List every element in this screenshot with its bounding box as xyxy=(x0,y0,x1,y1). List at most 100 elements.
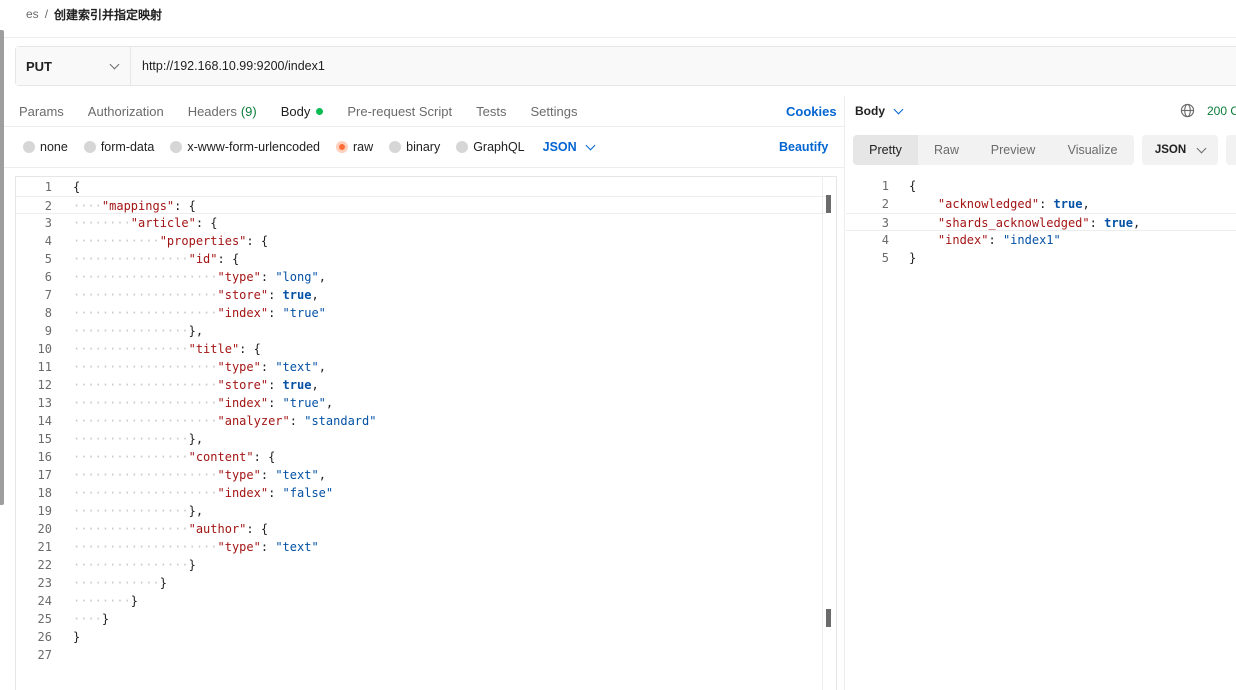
line-number: 1 xyxy=(44,180,52,194)
json-key: "index" xyxy=(217,306,269,320)
code-text: ····················"index": "true", xyxy=(73,394,333,412)
indent-guide: ···· xyxy=(73,612,102,626)
line-number: 3 xyxy=(881,216,889,230)
json-key: "store" xyxy=(217,288,269,302)
tab-body[interactable]: Body xyxy=(281,104,324,119)
radio-checked-icon xyxy=(336,141,348,153)
json-key: "mappings" xyxy=(101,199,175,213)
request-name[interactable]: 创建索引并指定映射 xyxy=(54,6,162,23)
json-punctuation: , xyxy=(325,396,334,410)
line-number: 26 xyxy=(37,630,52,644)
code-line: 27 xyxy=(16,646,826,664)
tab-headers[interactable]: Headers (9) xyxy=(188,104,257,119)
code-text: ····················"type": "long", xyxy=(73,268,326,286)
code-text: } xyxy=(73,628,80,646)
code-text: ····"mappings": { xyxy=(73,197,196,215)
request-body-editor[interactable]: 1{2 ····"mappings": {3 ········"article": … xyxy=(15,176,837,690)
line-number: 5 xyxy=(44,252,52,266)
response-language-label: JSON xyxy=(1154,144,1187,156)
indent-guide: ················ xyxy=(73,324,189,338)
radio-none[interactable]: none xyxy=(23,140,68,154)
code-line: 20 ················"author": { xyxy=(16,520,826,538)
indent-guide: ················ xyxy=(73,342,189,356)
breadcrumb-collection[interactable]: es xyxy=(26,7,39,21)
url-input[interactable]: http://192.168.10.99:9200/index1 xyxy=(131,47,1236,85)
tab-tests[interactable]: Tests xyxy=(476,104,506,119)
response-more-button[interactable] xyxy=(1226,135,1236,165)
tab-settings[interactable]: Settings xyxy=(530,104,577,119)
indent-guide: ···················· xyxy=(73,360,218,374)
method-select[interactable]: PUT xyxy=(16,47,131,85)
radio-form-data[interactable]: form-data xyxy=(83,140,154,154)
line-number: 8 xyxy=(44,306,52,320)
json-punctuation: { xyxy=(260,522,269,536)
indent-guide: ···················· xyxy=(73,414,218,428)
radio-graphql[interactable]: GraphQL xyxy=(456,140,525,154)
pane-splitter[interactable] xyxy=(844,96,845,690)
line-number: 2 xyxy=(44,199,52,213)
body-language-select[interactable]: JSON xyxy=(543,140,596,154)
json-punctuation: , xyxy=(318,468,326,482)
globe-icon[interactable] xyxy=(1180,103,1195,118)
code-text: ····················"store": true, xyxy=(73,286,319,304)
line-number: 12 xyxy=(37,378,52,392)
json-punctuation: , xyxy=(318,360,326,374)
json-key: "type" xyxy=(217,468,261,482)
code-text: ····} xyxy=(73,610,109,628)
response-body-select[interactable]: Body xyxy=(855,101,904,121)
json-string: "text" xyxy=(275,468,319,482)
json-key: "store" xyxy=(217,378,269,392)
json-punctuation xyxy=(254,234,261,248)
tab-visualize[interactable]: Visualize xyxy=(1051,135,1134,165)
code-line: 18 ····················"index": "false" xyxy=(16,484,826,502)
tab-params[interactable]: Params xyxy=(19,104,64,119)
json-punctuation: , xyxy=(1133,216,1141,230)
line-number: 13 xyxy=(37,396,52,410)
tab-pre-request-script[interactable]: Pre-request Script xyxy=(347,104,452,119)
line-number: 18 xyxy=(37,486,52,500)
indent-guide: ················ xyxy=(73,432,189,446)
cookies-link[interactable]: Cookies xyxy=(786,100,837,122)
json-punctuation xyxy=(275,378,282,392)
body-active-dot-icon xyxy=(316,107,324,115)
indent-guide: ···················· xyxy=(73,378,218,392)
response-language-select[interactable]: JSON xyxy=(1142,135,1218,165)
code-text: ····················"type": "text", xyxy=(73,466,326,484)
indent-guide: ···················· xyxy=(73,540,218,554)
json-key: "acknowledged" xyxy=(937,197,1040,211)
indent-guide: ················ xyxy=(73,558,189,572)
json-punctuation: , xyxy=(1082,197,1090,211)
json-punctuation: { xyxy=(73,180,81,194)
line-number: 27 xyxy=(37,648,52,662)
line-number: 10 xyxy=(37,342,52,356)
code-line: 15 ················}, xyxy=(16,430,826,448)
code-text: ················"content": { xyxy=(73,448,275,466)
line-number: 20 xyxy=(37,522,52,536)
json-punctuation: { xyxy=(909,179,917,193)
code-text: ····················"index": "true" xyxy=(73,304,326,322)
json-key: "index" xyxy=(217,486,269,500)
line-number: 17 xyxy=(37,468,52,482)
line-number: 6 xyxy=(44,270,52,284)
tab-preview[interactable]: Preview xyxy=(975,135,1051,165)
json-colon: : xyxy=(217,252,225,266)
response-body-viewer[interactable]: 1{2 "acknowledged": true, 3 "shards_ackno… xyxy=(846,176,1236,276)
response-code-line: 5} xyxy=(846,249,1236,267)
tab-raw[interactable]: Raw xyxy=(918,135,975,165)
tab-authorization[interactable]: Authorization xyxy=(88,104,164,119)
json-colon: : xyxy=(260,270,269,284)
code-line: 23 ············} xyxy=(16,574,826,592)
radio-urlencoded[interactable]: x-www-form-urlencoded xyxy=(170,140,320,154)
code-line: 12 ····················"store": true, xyxy=(16,376,826,394)
radio-circle-icon xyxy=(83,141,96,153)
line-number: 7 xyxy=(44,288,52,302)
line-number: 21 xyxy=(37,540,52,554)
radio-raw[interactable]: raw xyxy=(336,140,373,154)
code-line: 14 ····················"analyzer": "stand… xyxy=(16,412,826,430)
beautify-button[interactable]: Beautify xyxy=(779,137,828,157)
response-status[interactable]: 200 O xyxy=(1207,101,1236,121)
tab-pretty[interactable]: Pretty xyxy=(853,135,918,165)
indent-guide xyxy=(909,197,938,211)
json-punctuation: { xyxy=(260,234,269,248)
radio-binary[interactable]: binary xyxy=(389,140,440,154)
